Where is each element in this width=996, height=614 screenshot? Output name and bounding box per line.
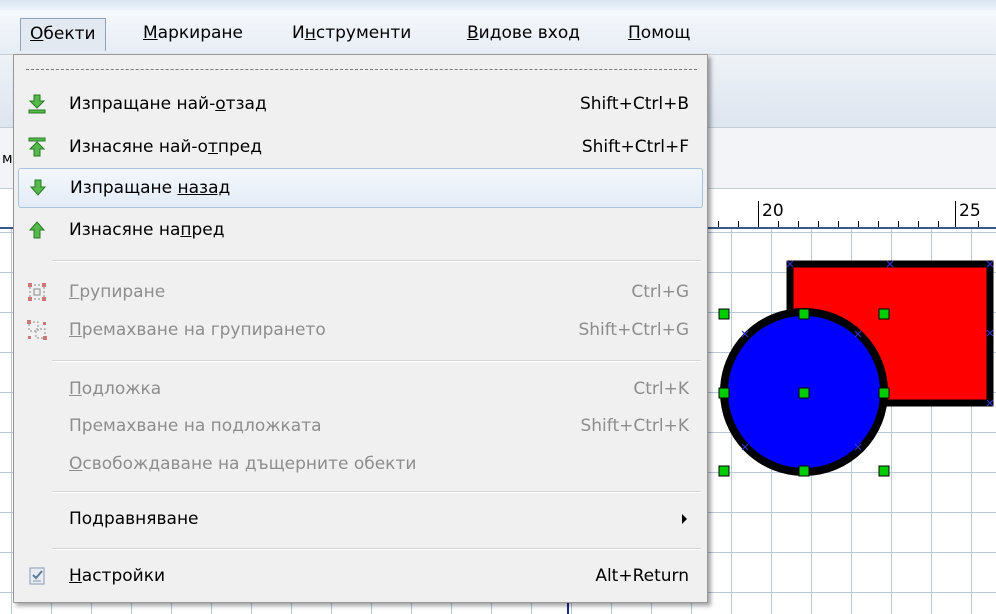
menu-item-underlay[interactable]: Подложка Ctrl+K <box>18 370 703 408</box>
menu-item-label: Изпращане назад <box>70 178 231 198</box>
menu-item-release-children[interactable]: Освобождаване на дъщерните обекти <box>18 445 703 483</box>
selection-handle[interactable] <box>718 465 730 477</box>
properties-icon <box>29 567 45 585</box>
menu-item-shortcut: Ctrl+K <box>633 379 689 399</box>
menu-item-ungroup[interactable]: Премахване на групирането Shift+Ctrl+G <box>18 311 703 349</box>
menu-item-remove-underlay[interactable]: Премахване на подложката Shift+Ctrl+K <box>18 407 703 445</box>
selection-handle[interactable] <box>718 387 730 399</box>
objects-dropdown-menu: Изпращане най-отзад Shift+Ctrl+B Изнасян… <box>13 54 708 603</box>
send-backward-icon <box>29 179 47 196</box>
submenu-arrow-icon <box>682 514 687 524</box>
menu-item-label: Групиране <box>69 282 166 302</box>
menu-item-label: Настройки <box>69 566 166 586</box>
tear-off-line[interactable] <box>26 69 697 70</box>
menu-item-shortcut: Shift+Ctrl+G <box>578 320 689 340</box>
selection-handle[interactable] <box>798 387 810 399</box>
menu-separator <box>52 548 701 550</box>
menu-separator <box>52 260 701 262</box>
menu-item-label: Премахване на групирането <box>69 320 326 340</box>
menu-item-label: Подложка <box>69 379 162 399</box>
selection-handle[interactable] <box>878 465 890 477</box>
send-to-back-icon <box>28 94 46 114</box>
menu-item-send-to-back[interactable]: Изпращане най-отзад Shift+Ctrl+B <box>18 85 703 123</box>
ungroup-icon <box>27 320 47 340</box>
bring-to-front-icon <box>28 137 46 157</box>
selection-handle[interactable] <box>798 465 810 477</box>
menu-item-label: Изнасяне най-отпред <box>69 137 262 157</box>
menu-separator <box>52 491 701 493</box>
selection-handle[interactable] <box>878 308 890 320</box>
menu-item-shortcut: Shift+Ctrl+K <box>580 416 689 436</box>
menu-item-send-backward[interactable]: Изпращане назад <box>18 168 703 208</box>
menu-item-bring-to-front[interactable]: Изнасяне най-отпред Shift+Ctrl+F <box>18 128 703 166</box>
menu-item-label: Подравняване <box>69 509 199 529</box>
menu-item-label: Изнасяне напред <box>69 220 225 240</box>
menu-item-shortcut: Alt+Return <box>595 566 689 586</box>
menu-item-group[interactable]: Групиране Ctrl+G <box>18 273 703 311</box>
menu-separator <box>52 360 701 362</box>
menu-item-align[interactable]: Подравняване <box>18 500 703 538</box>
menu-item-shortcut: Shift+Ctrl+B <box>579 94 689 114</box>
menu-item-label: Освобождаване на дъщерните обекти <box>69 454 417 474</box>
menu-item-bring-forward[interactable]: Изнасяне напред <box>18 211 703 249</box>
selection-handle[interactable] <box>718 308 730 320</box>
selection-handle[interactable] <box>878 387 890 399</box>
menu-item-shortcut: Ctrl+G <box>631 282 689 302</box>
menu-item-label: Изпращане най-отзад <box>69 94 267 114</box>
menu-item-label: Премахване на подложката <box>69 416 322 436</box>
menu-item-shortcut: Shift+Ctrl+F <box>581 137 689 157</box>
group-icon <box>28 283 46 301</box>
bring-forward-icon <box>28 221 46 239</box>
selection-handle[interactable] <box>798 308 810 320</box>
menu-item-properties[interactable]: Настройки Alt+Return <box>18 557 703 595</box>
